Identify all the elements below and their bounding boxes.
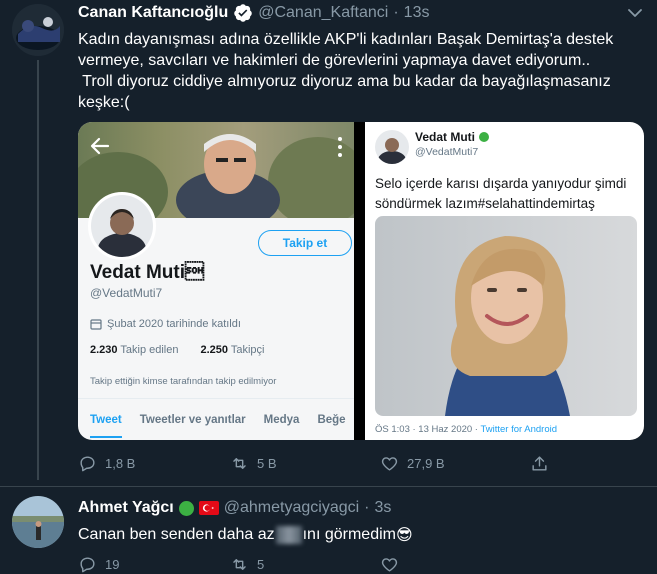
author-avatar-image [12,4,64,56]
thread-line [37,60,39,480]
media-tweet-screenshot[interactable]: Vedat Muti @VedatMuti7 Selo içerde karıs… [365,122,644,440]
followers-count: 2.250 [200,344,229,356]
profile-avatar[interactable] [88,192,156,260]
embedded-tweet-header: Vedat Muti [415,130,490,144]
profile-tabs: Tweet Tweetler ve yanıtlar Medya Beğe [78,398,354,440]
back-arrow-icon[interactable] [88,134,112,158]
followers-stat[interactable]: 2.250 Takipçi [200,344,264,356]
reply-reply-button[interactable]: 19 [78,555,119,574]
tweet-text-line: Troll diyoruz ciddiye almıyoruz diyoruz … [78,73,611,90]
follow-stats: 2.230 Takip edilen 2.250 Takipçi [90,344,265,356]
tweet-text-line: keşke:( [78,94,130,111]
tweet-text-line: Kadın dayanışması adına özellikle AKP'li… [78,31,614,48]
green-circle-icon [178,500,194,516]
like-count: 27,9 B [407,456,445,471]
author-avatar[interactable] [12,4,64,56]
embedded-tweet-handle: @VedatMuti7 [415,146,479,158]
reply-avatar-image [12,496,64,548]
tab-tweets-replies[interactable]: Tweetler ve yanıtlar [140,414,246,426]
reply-like-button[interactable] [380,555,399,574]
reply-header: Ahmet Yağcı @ahmetyagciyagci · 3s [78,499,391,517]
kebab-menu-icon[interactable] [336,136,344,158]
embedded-tweet-avatar [375,130,409,164]
embedded-tweet-photo [375,216,637,416]
reply-icon [80,557,95,573]
tab-likes[interactable]: Beğe [317,414,345,426]
share-button[interactable] [530,454,549,473]
reply-reply-count: 19 [105,557,120,572]
following-label: Takip edilen [120,344,179,356]
reply-header-separator: · [364,499,370,516]
retweet-icon [233,559,246,570]
tweet-time[interactable]: 13s [404,4,430,22]
profile-handle: @VedatMuti7 [90,286,163,300]
share-icon [532,456,547,471]
reply-text-part: Canan ben senden daha az [78,526,275,543]
joined-row: Şubat 2020 tarihinde katıldı [90,318,241,330]
embedded-tweet-source: Twitter for Android [480,424,558,435]
following-count: 2.230 [90,344,118,356]
reply-button[interactable]: 1,8 B [78,454,135,473]
embedded-tweet-meta: ÖS 1:03 · 13 Haz 2020 · Twitter for Andr… [375,424,557,435]
verified-icon [233,3,253,23]
smiling-sunglasses-emoji: 😎 [395,525,413,544]
calendar-icon [90,319,102,330]
reply-text: Canan ben senden daha az ını görmedim 😎 [78,524,413,545]
reply-retweet-count: 5 [257,557,265,572]
following-stat[interactable]: 2.230 Takip edilen [90,344,178,356]
tweet-header: Canan Kaftancıoğlu @Canan_Kaftanci · 13s [78,3,429,23]
followers-note: Takip ettiğin kimse tarafından takip edi… [90,376,277,387]
retweet-button[interactable]: 5 B [230,454,277,473]
retweet-icon [233,458,246,469]
reply-author-avatar[interactable] [12,496,64,548]
retweet-count: 5 B [257,456,277,471]
embedded-tweet-text-line: söndürmek lazım#selahattindemirtaş [375,196,595,211]
green-circle-icon [479,132,490,142]
author-handle[interactable]: @Canan_Kaftanci [258,4,388,22]
tweet-actions: 1,8 B 5 B 27,9 B [78,452,548,476]
author-name[interactable]: Canan Kaftancıoğlu [78,4,228,22]
more-options-icon[interactable] [624,4,646,22]
follow-button[interactable]: Takip et [258,230,352,256]
turkish-flag-icon [198,501,219,515]
reply-actions: 19 5 [78,553,548,574]
header-separator: · [393,4,399,21]
tweet-media[interactable]: Takip et Vedat Muti @VedatMuti7 Şubat 2… [78,122,644,440]
profile-name: Vedat Muti [90,262,205,283]
followers-label: Takipçi [230,344,265,356]
tab-tweet[interactable]: Tweet [90,414,122,438]
embedded-tweet-text: Selo içerde karısı dışarda yanıyodur şim… [375,174,626,214]
embedded-tweet-timestamp: ÖS 1:03 · 13 Haz 2020 · [375,424,478,435]
reply-retweet-button[interactable]: 5 [230,555,264,574]
joined-date: Şubat 2020 tarihinde katıldı [107,318,241,330]
follow-button-label: Takip et [282,236,328,250]
tab-media[interactable]: Medya [264,414,300,426]
reply-author-name[interactable]: Ahmet Yağcı [78,499,174,517]
reply-text-part: ını görmedim [302,526,396,543]
reply-icon [80,456,95,472]
censored-blur [275,525,302,544]
reply-count: 1,8 B [105,456,136,471]
tweet-text-line: vermeye, savcıları ve hakimleri de görev… [78,52,591,69]
tweet-divider [0,486,657,487]
heart-icon [381,457,398,471]
like-button[interactable]: 27,9 B [380,454,445,473]
heart-icon [381,558,398,572]
embedded-tweet-name: Vedat Muti [415,130,476,144]
reply-time[interactable]: 3s [375,499,392,517]
tweet-text: Kadın dayanışması adına özellikle AKP'li… [78,29,648,113]
media-profile-screenshot[interactable]: Takip et Vedat Muti @VedatMuti7 Şubat 2… [78,122,368,440]
reply-author-handle[interactable]: @ahmetyagciyagci [224,499,359,517]
embedded-tweet-text-line: Selo içerde karısı dışarda yanıyodur şim… [375,176,627,191]
